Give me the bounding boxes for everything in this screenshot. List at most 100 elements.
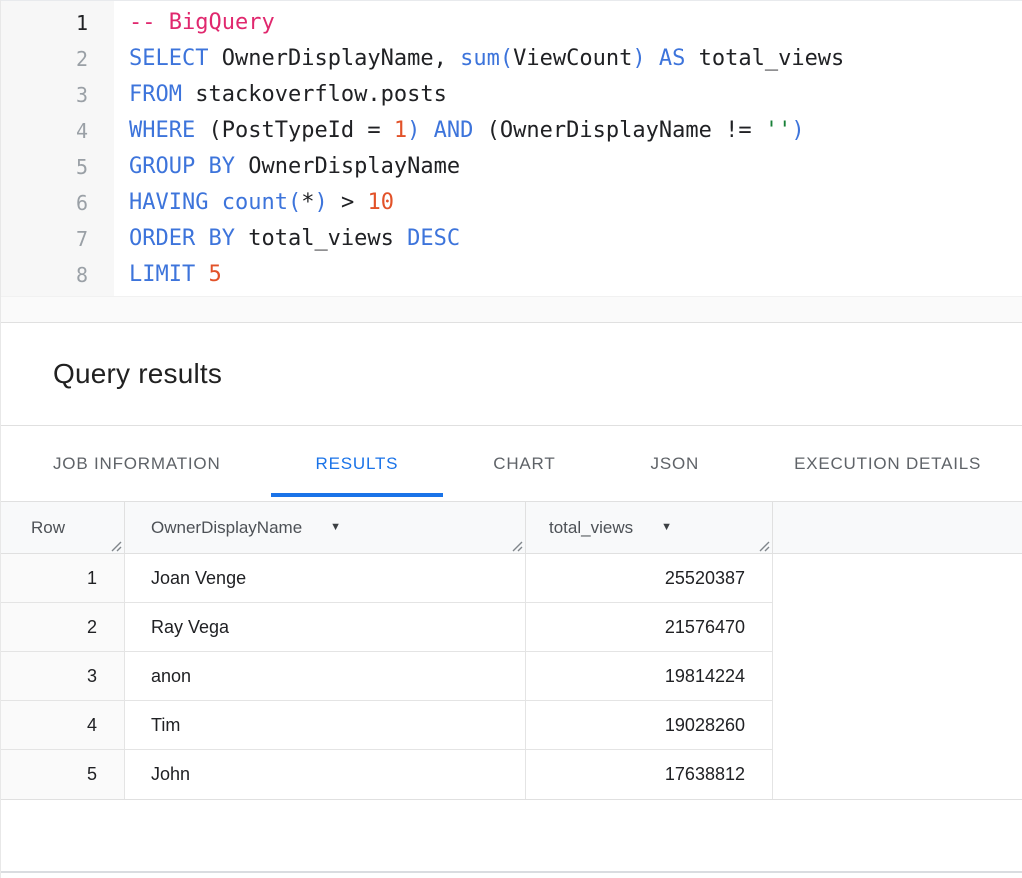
sql-token-id: *	[301, 190, 314, 215]
column-header-filler	[773, 502, 1022, 553]
results-footer-space	[1, 800, 1022, 871]
sql-token-num: 1	[394, 118, 407, 143]
tab-execution-details[interactable]: EXECUTION DETAILS	[749, 426, 1022, 501]
sql-token-id: (PostTypeId =	[195, 118, 394, 143]
sql-token-num: 10	[367, 190, 394, 215]
sql-token-id	[208, 190, 221, 215]
sql-token-kw: )	[407, 118, 420, 143]
sql-token-id: (OwnerDisplayName !=	[473, 118, 764, 143]
cell-total-views: 19814224	[526, 652, 773, 700]
sql-token-kw: AND	[434, 118, 474, 143]
sql-token-kw: )	[791, 118, 804, 143]
editor-results-divider	[1, 296, 1022, 323]
tab-json[interactable]: JSON	[606, 426, 745, 501]
column-resize-handle-icon[interactable]	[756, 537, 770, 551]
results-table-header: Row OwnerDisplayName ▼ total_views ▼	[1, 501, 1022, 554]
cell-row-number: 5	[1, 750, 125, 799]
sql-token-kw: sum(	[460, 46, 513, 71]
code-line-8[interactable]: LIMIT 5	[129, 257, 1022, 293]
page-title: Query results	[53, 358, 222, 390]
editor-line-number-gutter: 12345678	[1, 1, 114, 296]
sql-token-id	[420, 118, 433, 143]
sql-token-comment: -- BigQuery	[129, 10, 275, 35]
sql-token-kw: SELECT	[129, 46, 208, 71]
line-number: 3	[1, 77, 114, 113]
cell-total-views: 21576470	[526, 603, 773, 651]
cell-total-views: 17638812	[526, 750, 773, 799]
sql-token-id: total_views	[235, 226, 407, 251]
sql-token-id: OwnerDisplayName,	[208, 46, 460, 71]
sql-token-id: total_views	[685, 46, 844, 71]
code-line-6[interactable]: HAVING count(*) > 10	[129, 185, 1022, 221]
sql-token-kw: ORDER BY	[129, 226, 235, 251]
sort-dropdown-icon[interactable]: ▼	[661, 522, 672, 533]
sql-token-id	[646, 46, 659, 71]
line-number: 5	[1, 149, 114, 185]
code-line-3[interactable]: FROM stackoverflow.posts	[129, 77, 1022, 113]
sql-token-kw: )	[632, 46, 645, 71]
sql-token-str: ''	[765, 118, 792, 143]
tab-results[interactable]: RESULTS	[271, 426, 444, 501]
sql-token-kw: count(	[222, 190, 301, 215]
editor-code-area[interactable]: -- BigQuery SELECT OwnerDisplayName, sum(…	[114, 1, 1022, 296]
column-label: OwnerDisplayName	[151, 518, 302, 538]
sql-editor[interactable]: 12345678 -- BigQuerySELECT OwnerDisplayN…	[1, 0, 1022, 296]
table-row[interactable]: 1Joan Venge25520387	[1, 554, 773, 603]
cell-total-views: 25520387	[526, 554, 773, 602]
line-number: 8	[1, 257, 114, 293]
tab-job-information[interactable]: JOB INFORMATION	[8, 426, 266, 501]
sql-token-num: 5	[208, 262, 221, 287]
code-line-1[interactable]: -- BigQuery	[129, 5, 1022, 41]
cell-row-number: 1	[1, 554, 125, 602]
sql-token-id	[195, 262, 208, 287]
results-table-body: 1Joan Venge255203872Ray Vega215764703ano…	[1, 554, 1022, 800]
table-row[interactable]: 5John17638812	[1, 750, 773, 799]
column-resize-handle-icon[interactable]	[509, 537, 523, 551]
column-header-row[interactable]: Row	[1, 502, 125, 553]
cell-owner-display-name: anon	[125, 652, 526, 700]
cell-owner-display-name: Joan Venge	[125, 554, 526, 602]
sql-token-kw: LIMIT	[129, 262, 195, 287]
cell-owner-display-name: Ray Vega	[125, 603, 526, 651]
cell-row-number: 2	[1, 603, 125, 651]
line-number: 2	[1, 41, 114, 77]
code-line-7[interactable]: ORDER BY total_views DESC	[129, 221, 1022, 257]
line-number: 7	[1, 221, 114, 257]
sql-token-id: ViewCount	[513, 46, 632, 71]
tab-chart[interactable]: CHART	[448, 426, 600, 501]
line-number: 4	[1, 113, 114, 149]
sql-token-kw: AS	[659, 46, 686, 71]
table-row[interactable]: 3anon19814224	[1, 652, 773, 701]
code-line-4[interactable]: WHERE (PostTypeId = 1) AND (OwnerDisplay…	[129, 113, 1022, 149]
cell-row-number: 4	[1, 701, 125, 749]
sql-token-kw: )	[314, 190, 327, 215]
sql-token-id: >	[328, 190, 368, 215]
cell-total-views: 19028260	[526, 701, 773, 749]
sql-token-kw: WHERE	[129, 118, 195, 143]
cell-owner-display-name: Tim	[125, 701, 526, 749]
column-label: Row	[31, 518, 65, 538]
cell-owner-display-name: John	[125, 750, 526, 799]
cell-row-number: 3	[1, 652, 125, 700]
query-results-header: Query results	[1, 323, 1022, 426]
line-number: 6	[1, 185, 114, 221]
column-resize-handle-icon[interactable]	[108, 537, 122, 551]
sql-token-kw: GROUP BY	[129, 154, 235, 179]
code-line-5[interactable]: GROUP BY OwnerDisplayName	[129, 149, 1022, 185]
code-line-2[interactable]: SELECT OwnerDisplayName, sum(ViewCount) …	[129, 41, 1022, 77]
column-header-ownerdisplayname[interactable]: OwnerDisplayName ▼	[125, 502, 526, 553]
sql-token-id: OwnerDisplayName	[235, 154, 460, 179]
line-number: 1	[1, 5, 114, 41]
sql-token-kw: DESC	[407, 226, 460, 251]
sql-token-kw: HAVING	[129, 190, 208, 215]
sql-token-id: stackoverflow.posts	[182, 82, 447, 107]
panel-bottom-divider	[1, 871, 1022, 874]
sql-token-kw: FROM	[129, 82, 182, 107]
table-row[interactable]: 2Ray Vega21576470	[1, 603, 773, 652]
sort-dropdown-icon[interactable]: ▼	[330, 522, 341, 533]
bigquery-results-panel: 12345678 -- BigQuerySELECT OwnerDisplayN…	[0, 0, 1022, 878]
column-label: total_views	[549, 518, 633, 538]
column-header-total-views[interactable]: total_views ▼	[526, 502, 773, 553]
results-tab-bar: JOB INFORMATIONRESULTSCHARTJSONEXECUTION…	[1, 426, 1022, 501]
table-row[interactable]: 4Tim19028260	[1, 701, 773, 750]
